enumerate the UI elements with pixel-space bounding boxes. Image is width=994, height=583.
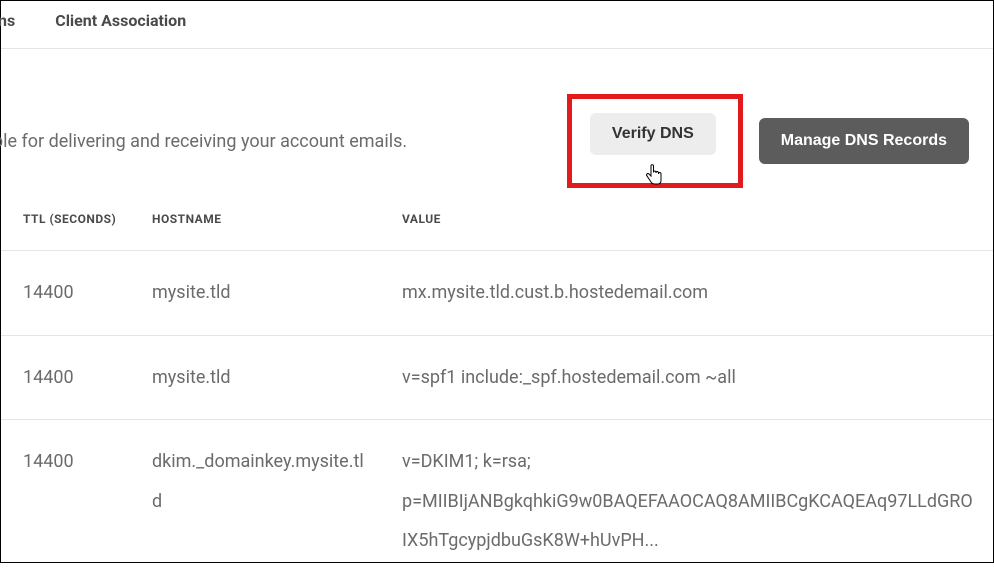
cell-ttl: 14400	[1, 335, 136, 420]
dns-records-table: TTL (SECONDS) HOSTNAME VALUE 14400 mysit…	[1, 206, 993, 583]
table-row: 14400 mysite.tld v=spf1 include:_spf.hos…	[1, 335, 993, 420]
verify-dns-button[interactable]: Verify DNS	[590, 113, 716, 155]
cell-ttl: 14400	[1, 420, 136, 583]
manage-dns-records-button[interactable]: Manage DNS Records	[759, 118, 969, 164]
cell-value: v=spf1 include:_spf.hostedemail.com ~all	[386, 335, 993, 420]
cell-hostname: mysite.tld	[136, 251, 386, 336]
table-row: 14400 dkim._domainkey.mysite.tld v=DKIM1…	[1, 420, 993, 583]
table-header-row: TTL (SECONDS) HOSTNAME VALUE	[1, 206, 993, 251]
verify-highlight-box: Verify DNS	[567, 94, 743, 188]
cell-value: mx.mysite.tld.cust.b.hostedemail.com	[386, 251, 993, 336]
tab-partial[interactable]: ons	[0, 11, 15, 30]
cell-ttl: 14400	[1, 251, 136, 336]
description-text: ble for delivering and receiving your ac…	[0, 131, 567, 152]
table-row: 14400 mysite.tld mx.mysite.tld.cust.b.ho…	[1, 251, 993, 336]
header-hostname: HOSTNAME	[136, 206, 386, 251]
button-group: Verify DNS Manage DNS Records	[567, 94, 969, 188]
cell-value: v=DKIM1; k=rsa; p=MIIBIjANBgkqhkiG9w0BAQ…	[386, 420, 993, 583]
cell-hostname: mysite.tld	[136, 335, 386, 420]
cursor-pointer-icon	[644, 163, 664, 187]
cell-hostname: dkim._domainkey.mysite.tld	[136, 420, 386, 583]
nav-tabs: ons Client Association	[1, 1, 993, 49]
header-value: VALUE	[386, 206, 993, 251]
header-ttl: TTL (SECONDS)	[1, 206, 136, 251]
description-row: ble for delivering and receiving your ac…	[1, 49, 993, 206]
tab-client-association[interactable]: Client Association	[55, 11, 186, 30]
